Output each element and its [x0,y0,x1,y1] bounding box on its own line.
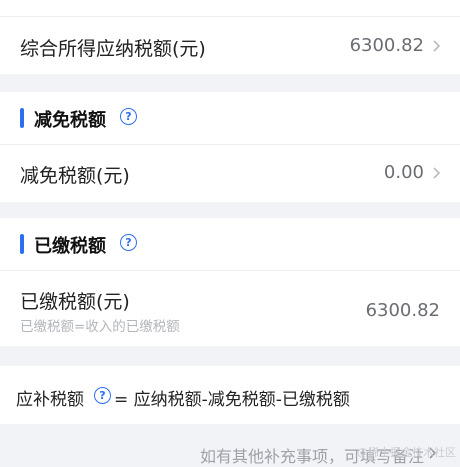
reduction-card: 减免税额 ? 减免税额(元) 0.00 [0,92,460,202]
paid-row-sublabel: 已缴税额=收入的已缴税额 [20,319,180,335]
reduction-section-title: 减免税额 [34,110,106,131]
paid-row: 已缴税额(元) 已缴税额=收入的已缴税额 6300.82 [0,271,460,346]
reduction-row[interactable]: 减免税额(元) 0.00 [0,145,460,202]
paid-help-icon[interactable]: ? [120,234,137,251]
chevron-right-icon [433,167,441,179]
total-tax-card: 综合所得应纳税额(元) 6300.82 [0,0,460,74]
chevron-right-icon [433,40,441,52]
reduction-section-bar [20,108,24,128]
formula-card: 应补税额 ? = 应纳税额-减免税额-已缴税额 [0,366,460,424]
total-tax-label: 综合所得应纳税额(元) [20,38,206,60]
paid-section-bar [20,234,24,254]
total-tax-value: 6300.82 [349,35,424,56]
total-tax-row[interactable]: 综合所得应纳税额(元) 6300.82 [0,17,460,74]
watermark: @稀土掘金技术社区 [357,446,456,459]
reduction-row-label: 减免税额(元) [20,165,130,187]
paid-row-label: 已缴税额(元) [20,291,130,313]
paid-section-title: 已缴税额 [34,236,106,257]
formula-label: 应补税额 [16,390,84,410]
formula-help-icon[interactable]: ? [94,387,111,404]
reduction-row-value: 0.00 [383,162,424,183]
formula-text: = 应纳税额-减免税额-已缴税额 [114,390,350,410]
paid-row-value: 6300.82 [365,300,440,321]
paid-card: 已缴税额 ? 已缴税额(元) 已缴税额=收入的已缴税额 6300.82 [0,218,460,346]
reduction-help-icon[interactable]: ? [120,108,137,125]
